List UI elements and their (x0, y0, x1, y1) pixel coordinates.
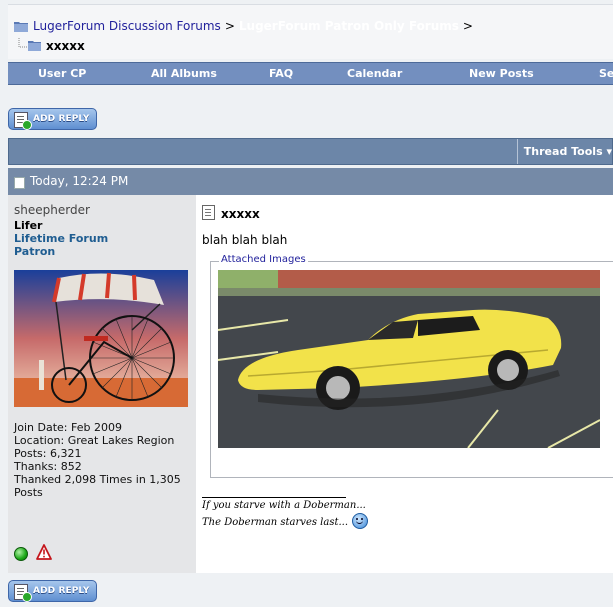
breadcrumb-subforum-link[interactable]: LugerForum Patron Only Forums (239, 19, 459, 33)
plus-icon (22, 120, 32, 130)
nav-all-albums[interactable]: All Albums (151, 63, 217, 84)
nav-faq[interactable]: FAQ (269, 63, 293, 84)
nav-search[interactable]: Se (599, 63, 613, 84)
signature-divider (202, 497, 346, 498)
breadcrumb: LugerForum Discussion Forums > LugerForum … (8, 4, 613, 59)
post-count: Posts: 6,321 (14, 447, 82, 460)
location: Location: Great Lakes Region (14, 434, 175, 447)
user-title: Patron (14, 245, 56, 258)
folder-icon (14, 22, 28, 32)
online-status-icon (14, 547, 28, 561)
post-header: Today, 12:24 PM (8, 168, 613, 195)
signature-line: If you starve with a Doberman... (202, 500, 366, 511)
thread-tools-label: Thread Tools (523, 145, 603, 158)
add-reply-button[interactable]: ADD REPLY (8, 108, 97, 130)
post-body: blah blah blah (202, 233, 288, 247)
breadcrumb-row: LugerForum Discussion Forums > LugerForum … (14, 19, 477, 33)
nav-user-cp[interactable]: User CP (38, 63, 86, 84)
add-reply-label: ADD REPLY (33, 114, 90, 124)
thread-tools-menu[interactable]: Thread Tools ▾ (516, 139, 612, 164)
add-reply-button[interactable]: ADD REPLY (8, 580, 97, 602)
thanked-count-suffix: Posts (14, 486, 43, 499)
nav-calendar[interactable]: Calendar (347, 63, 402, 84)
post-title: xxxxx (221, 207, 260, 221)
breadcrumb-separator: > (224, 19, 235, 33)
user-title: Lifetime Forum (14, 232, 109, 245)
join-date: Join Date: Feb 2009 (14, 421, 122, 434)
add-reply-label: ADD REPLY (33, 586, 90, 596)
smiley-icon (352, 513, 369, 529)
thread-tree-icon (18, 38, 41, 51)
avatar[interactable] (14, 270, 188, 407)
plus-icon (22, 592, 32, 602)
attachments-label: Attached Images (219, 254, 308, 265)
thread-tools-bar: Thread Tools ▾ (8, 138, 613, 165)
username-link[interactable]: sheepherder (14, 203, 90, 217)
post-date: Today, 12:24 PM (30, 174, 129, 188)
chevron-down-icon: ▾ (606, 145, 612, 158)
thanked-count: Thanked 2,098 Times in 1,305 (14, 473, 181, 486)
user-rank: Lifer (14, 219, 43, 232)
attached-image-thumbnail[interactable] (218, 270, 600, 448)
attachments-box: Attached Images (210, 254, 613, 478)
breadcrumb-separator: > (462, 19, 473, 33)
post-content: xxxxx blah blah blah Attached Images If … (196, 195, 613, 573)
thread-title: xxxxx (46, 39, 85, 53)
signature-line: The Doberman starves last... (202, 513, 369, 529)
nav-new-posts[interactable]: New Posts (469, 63, 534, 84)
user-info-panel: sheepherder Lifer Lifetime Forum Patron … (8, 195, 197, 573)
post-icon (14, 177, 25, 189)
signature-line-text: The Doberman starves last... (202, 517, 349, 528)
post-title-icon (202, 205, 215, 220)
report-post-icon[interactable] (36, 544, 52, 560)
breadcrumb-current: xxxxx (16, 38, 85, 53)
navbar: User CP All Albums FAQ Calendar New Post… (8, 62, 613, 85)
post-title-row: xxxxx (202, 205, 260, 221)
thanks-count: Thanks: 852 (14, 460, 82, 473)
breadcrumb-forum-home-link[interactable]: LugerForum Discussion Forums (33, 19, 221, 33)
